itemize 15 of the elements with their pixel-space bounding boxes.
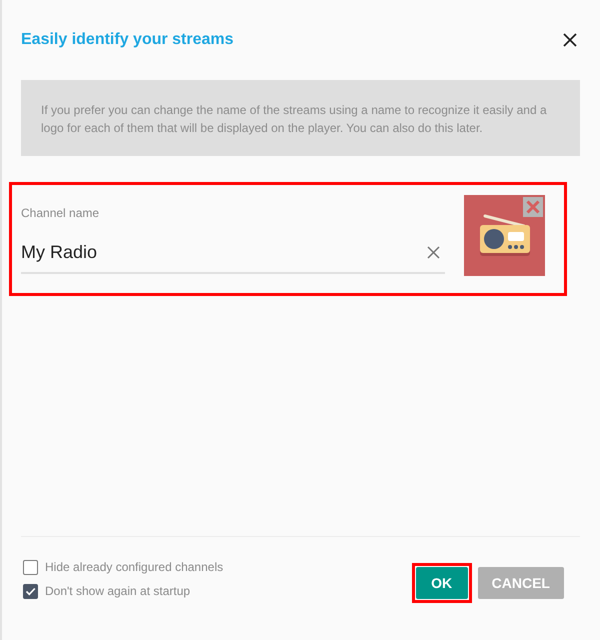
ok-button[interactable]: OK bbox=[416, 567, 468, 599]
checkbox-label: Don't show again at startup bbox=[45, 584, 190, 598]
cancel-button[interactable]: CANCEL bbox=[478, 567, 564, 599]
check-icon bbox=[25, 586, 36, 596]
close-button[interactable] bbox=[563, 33, 577, 47]
info-message: If you prefer you can change the name of the streams using a name to recognize it easily and a logo for each of them that will be displayed on the player. You can also do this later. bbox=[21, 80, 580, 156]
checkbox[interactable] bbox=[23, 584, 38, 598]
checkbox[interactable] bbox=[23, 560, 38, 574]
clear-button[interactable] bbox=[427, 246, 440, 258]
dialog-title: Easily identify your streams bbox=[21, 31, 234, 49]
radio-icon bbox=[464, 195, 545, 276]
field-label: Channel name bbox=[21, 206, 100, 220]
close-icon bbox=[526, 200, 540, 214]
channel-name-input[interactable]: My Radio bbox=[21, 239, 427, 265]
checkbox-label: Hide already configured channels bbox=[45, 560, 224, 574]
